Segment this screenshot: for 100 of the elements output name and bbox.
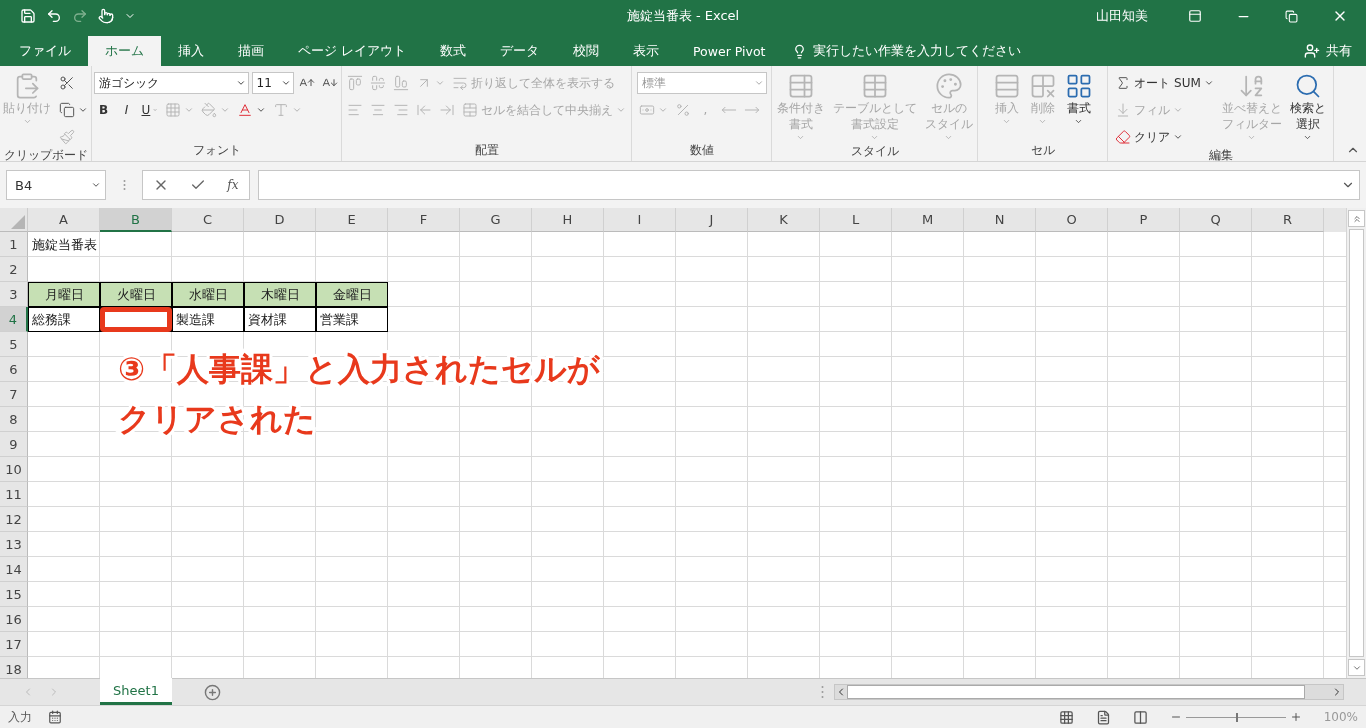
row-header[interactable]: 1 bbox=[0, 232, 28, 257]
column-header[interactable]: D bbox=[244, 208, 316, 232]
row-header[interactable]: 5 bbox=[0, 332, 28, 357]
insert-function-button[interactable]: fx bbox=[227, 178, 239, 192]
ribbon-tab[interactable]: Power Pivot bbox=[676, 36, 783, 66]
ribbon-tab[interactable]: 数式 bbox=[423, 36, 483, 66]
column-header[interactable]: G bbox=[460, 208, 532, 232]
column-header[interactable]: N bbox=[964, 208, 1036, 232]
caret-icon bbox=[1203, 78, 1214, 88]
scroll-up-icon[interactable] bbox=[1348, 210, 1365, 227]
row-header[interactable]: 6 bbox=[0, 357, 28, 382]
column-header[interactable]: B bbox=[100, 208, 172, 232]
sheet-title[interactable]: 施錠当番表 bbox=[28, 232, 100, 257]
caret-icon bbox=[78, 105, 88, 115]
caret-icon bbox=[1038, 117, 1047, 126]
row-header[interactable]: 13 bbox=[0, 532, 28, 557]
row-header[interactable]: 2 bbox=[0, 257, 28, 282]
table-cell[interactable]: 製造課 bbox=[172, 307, 244, 332]
page-layout-icon[interactable] bbox=[1095, 709, 1111, 725]
format-letter-button[interactable]: I bbox=[116, 99, 137, 121]
column-header[interactable]: E bbox=[316, 208, 388, 232]
column-header[interactable]: H bbox=[532, 208, 604, 232]
row-header[interactable]: 14 bbox=[0, 557, 28, 582]
name-box[interactable]: B4 bbox=[6, 170, 106, 200]
user-name: 山田知美 bbox=[1096, 7, 1148, 25]
ribbon-tab[interactable]: 校閲 bbox=[556, 36, 616, 66]
column-header[interactable]: P bbox=[1108, 208, 1180, 232]
column-header[interactable]: R bbox=[1252, 208, 1324, 232]
column-header[interactable]: A bbox=[28, 208, 100, 232]
row-header[interactable]: 12 bbox=[0, 507, 28, 532]
select-all-icon[interactable] bbox=[11, 215, 25, 229]
save-icon[interactable] bbox=[20, 8, 36, 24]
column-header[interactable]: K bbox=[748, 208, 820, 232]
tell-me-field[interactable]: 実行したい作業を入力してください bbox=[782, 36, 1032, 66]
autosum-button[interactable]: オート SUM bbox=[1113, 72, 1216, 94]
column-header[interactable]: Q bbox=[1180, 208, 1252, 232]
format-button[interactable]: 書式 bbox=[1062, 70, 1095, 128]
format-letter-button[interactable]: B bbox=[93, 99, 114, 121]
row-header[interactable]: 7 bbox=[0, 382, 28, 407]
header-cell[interactable]: 火曜日 bbox=[100, 282, 172, 307]
header-cell[interactable]: 月曜日 bbox=[28, 282, 100, 307]
row-header[interactable]: 15 bbox=[0, 582, 28, 607]
column-header[interactable]: J bbox=[676, 208, 748, 232]
zoom-slider-thumb[interactable] bbox=[1235, 712, 1238, 722]
table-cell[interactable]: 総務課 bbox=[28, 307, 100, 332]
sheet-tab[interactable]: Sheet1 bbox=[100, 678, 172, 705]
ribbon-tab[interactable]: 挿入 bbox=[161, 36, 221, 66]
ribbon-tab[interactable]: 描画 bbox=[221, 36, 281, 66]
row-header[interactable]: 10 bbox=[0, 457, 28, 482]
row-header[interactable]: 9 bbox=[0, 432, 28, 457]
row-header[interactable]: 4 bbox=[0, 307, 28, 332]
caret-icon bbox=[753, 78, 764, 88]
align-bottom-icon bbox=[393, 75, 409, 91]
clear-button[interactable]: クリア bbox=[1113, 126, 1186, 148]
caret-icon bbox=[796, 133, 805, 142]
ribbon-tab[interactable]: ホーム bbox=[88, 36, 161, 66]
scroll-thumb[interactable] bbox=[1349, 229, 1364, 657]
column-header[interactable]: I bbox=[604, 208, 676, 232]
column-header[interactable]: O bbox=[1036, 208, 1108, 232]
font-size-field[interactable]: 11 bbox=[251, 72, 294, 94]
column-header[interactable]: C bbox=[172, 208, 244, 232]
column-header[interactable]: F bbox=[388, 208, 460, 232]
row-header[interactable]: 18 bbox=[0, 657, 28, 678]
undo-icon[interactable] bbox=[46, 8, 62, 24]
font-name-field[interactable]: 游ゴシック bbox=[93, 72, 249, 94]
table-cell[interactable]: 営業課 bbox=[316, 307, 388, 332]
align-center-icon bbox=[370, 102, 386, 118]
paint-bucket-icon bbox=[200, 102, 217, 118]
ribbon-tab[interactable]: 表示 bbox=[616, 36, 676, 66]
caret-icon bbox=[1173, 105, 1184, 115]
format-letter-button[interactable]: U bbox=[139, 99, 160, 121]
column-header[interactable]: L bbox=[820, 208, 892, 232]
page-break-icon[interactable] bbox=[1132, 709, 1148, 725]
column-header[interactable]: M bbox=[892, 208, 964, 232]
restore-icon[interactable] bbox=[1285, 9, 1298, 23]
share-button[interactable]: 共有 bbox=[1290, 36, 1366, 66]
redo-icon[interactable] bbox=[72, 8, 88, 24]
row-header[interactable]: 3 bbox=[0, 282, 28, 307]
touch-icon[interactable] bbox=[98, 8, 114, 24]
row-header[interactable]: 17 bbox=[0, 632, 28, 657]
header-cell[interactable]: 木曜日 bbox=[244, 282, 316, 307]
ribbon-tab[interactable]: データ bbox=[483, 36, 556, 66]
formula-field[interactable] bbox=[258, 170, 1360, 200]
row-header[interactable]: 16 bbox=[0, 607, 28, 632]
selected-cell[interactable] bbox=[100, 307, 172, 332]
table-cell[interactable]: 資材課 bbox=[244, 307, 316, 332]
macro-icon[interactable] bbox=[48, 710, 62, 724]
header-cell[interactable]: 水曜日 bbox=[172, 282, 244, 307]
ribbon-tab[interactable]: ページ レイアウト bbox=[281, 36, 423, 66]
header-cell[interactable]: 金曜日 bbox=[316, 282, 388, 307]
row-header[interactable]: 11 bbox=[0, 482, 28, 507]
zoom-in-icon[interactable] bbox=[1289, 711, 1302, 723]
ribbon-tab[interactable]: ファイル bbox=[2, 36, 88, 66]
ribbon-display-icon[interactable] bbox=[1188, 9, 1202, 23]
find-button[interactable]: 検索と 選択 bbox=[1287, 70, 1328, 144]
scroll-down-icon[interactable] bbox=[1348, 659, 1365, 676]
scroll-thumb[interactable] bbox=[847, 685, 1305, 699]
normal-view-icon[interactable] bbox=[1058, 709, 1074, 725]
row-header[interactable]: 8 bbox=[0, 407, 28, 432]
add-sheet-icon[interactable] bbox=[204, 683, 221, 701]
